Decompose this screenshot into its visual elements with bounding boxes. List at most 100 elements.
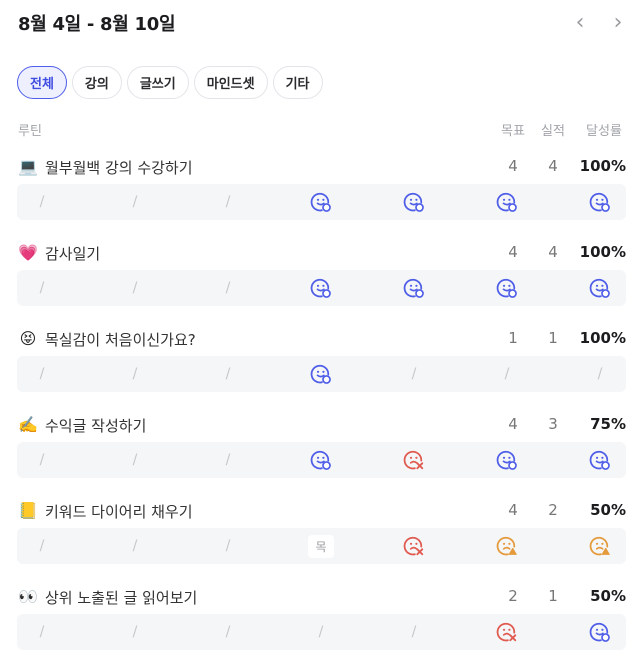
filter-chip[interactable]: 글쓰기: [126, 66, 189, 99]
day-cell-empty[interactable]: /: [203, 184, 253, 220]
routine-header: ✍️ 수익글 작성하기 4 3 75%: [18, 414, 626, 436]
day-cell-empty[interactable]: /: [203, 270, 253, 306]
filter-chip[interactable]: 기타: [272, 66, 323, 99]
day-cell-empty[interactable]: /: [296, 614, 346, 650]
day-cell-done[interactable]: [296, 442, 346, 478]
slash-icon: /: [132, 624, 138, 640]
day-cell-empty[interactable]: /: [203, 528, 253, 564]
day-cell-empty[interactable]: /: [17, 356, 67, 392]
face-fail-icon: [403, 535, 425, 557]
face-done-icon: [403, 191, 425, 213]
face-done-icon: [496, 191, 518, 213]
slash-icon: /: [39, 538, 45, 554]
day-cell-done[interactable]: [482, 442, 532, 478]
routine-name[interactable]: 월부월백 강의 수강하기: [45, 157, 193, 178]
day-cell-done[interactable]: [389, 184, 439, 220]
day-cell-done[interactable]: [575, 442, 625, 478]
day-cell-empty[interactable]: /: [17, 528, 67, 564]
day-cell-empty[interactable]: /: [203, 442, 253, 478]
face-done-icon: [310, 449, 332, 471]
day-cell-today[interactable]: 목: [296, 528, 346, 564]
routine-week-track: / / /: [17, 270, 626, 306]
day-cell-empty[interactable]: /: [17, 614, 67, 650]
routine-goal: 4: [508, 415, 518, 433]
today-day-label: 목: [308, 534, 334, 558]
day-cell-empty[interactable]: /: [110, 356, 160, 392]
routine-emoji-icon: 💗: [18, 243, 38, 262]
filter-chip[interactable]: 전체: [17, 66, 67, 99]
face-warning-icon: [589, 535, 611, 557]
slash-icon: /: [597, 366, 603, 382]
routine-name[interactable]: 수익글 작성하기: [45, 415, 146, 436]
day-cell-empty[interactable]: /: [110, 270, 160, 306]
routine-week-track: / / / 목: [17, 528, 626, 564]
routine-name[interactable]: 감사일기: [45, 243, 100, 264]
slash-icon: /: [504, 366, 510, 382]
routine-header: 💻 월부월백 강의 수강하기 4 4 100%: [18, 156, 626, 178]
routine-rate: 100%: [579, 329, 626, 347]
routine-actual: 1: [548, 329, 558, 347]
face-done-icon: [310, 277, 332, 299]
routine-actual: 4: [548, 157, 558, 175]
face-done-icon: [403, 277, 425, 299]
day-cell-empty[interactable]: /: [110, 528, 160, 564]
slash-icon: /: [39, 194, 45, 210]
routine-actual: 3: [548, 415, 558, 433]
filter-chip[interactable]: 강의: [71, 66, 122, 99]
day-cell-empty[interactable]: /: [389, 356, 439, 392]
day-cell-empty[interactable]: /: [17, 270, 67, 306]
day-cell-done[interactable]: [482, 270, 532, 306]
routine-header: 😝 목실감이 처음이신가요? 1 1 100%: [18, 328, 626, 350]
day-cell-done[interactable]: [296, 184, 346, 220]
day-cell-done[interactable]: [296, 356, 346, 392]
routine-week-track: / / / / /: [17, 614, 626, 650]
day-cell-empty[interactable]: /: [389, 614, 439, 650]
day-cell-empty[interactable]: /: [17, 184, 67, 220]
routine-header: 📒 키워드 다이어리 채우기 4 2 50%: [18, 500, 626, 522]
routine-emoji-icon: 💻: [18, 157, 38, 176]
day-cell-empty[interactable]: /: [482, 356, 532, 392]
day-cell-fail[interactable]: [482, 614, 532, 650]
day-cell-empty[interactable]: /: [17, 442, 67, 478]
day-cell-done[interactable]: [389, 270, 439, 306]
day-cell-empty[interactable]: /: [575, 356, 625, 392]
slash-icon: /: [132, 194, 138, 210]
slash-icon: /: [225, 280, 231, 296]
face-done-icon: [496, 449, 518, 471]
column-header: 루틴 목표 실적 달성률: [18, 120, 626, 139]
day-cell-done[interactable]: [482, 184, 532, 220]
face-done-icon: [310, 191, 332, 213]
face-fail-icon: [496, 621, 518, 643]
slash-icon: /: [411, 624, 417, 640]
routine-actual: 2: [548, 501, 558, 519]
day-cell-empty[interactable]: /: [110, 442, 160, 478]
day-cell-done[interactable]: [575, 270, 625, 306]
slash-icon: /: [39, 624, 45, 640]
day-cell-done[interactable]: [575, 614, 625, 650]
week-nav: ‹ ›: [572, 12, 626, 34]
routine-name[interactable]: 키워드 다이어리 채우기: [45, 501, 193, 522]
day-cell-done[interactable]: [296, 270, 346, 306]
routine-rate: 100%: [579, 243, 626, 261]
face-done-icon: [589, 277, 611, 299]
filter-chip[interactable]: 마인드셋: [193, 66, 268, 99]
next-week-chevron-right-icon[interactable]: ›: [610, 12, 626, 34]
day-cell-warn[interactable]: [482, 528, 532, 564]
day-cell-empty[interactable]: /: [110, 184, 160, 220]
day-cell-fail[interactable]: [389, 528, 439, 564]
day-cell-warn[interactable]: [575, 528, 625, 564]
routine-name[interactable]: 목실감이 처음이신가요?: [45, 329, 196, 350]
day-cell-empty[interactable]: /: [110, 614, 160, 650]
face-done-icon: [589, 449, 611, 471]
routine-name[interactable]: 상위 노출된 글 읽어보기: [45, 587, 197, 608]
column-routine-label: 루틴: [18, 124, 42, 139]
routine-goal: 2: [508, 587, 518, 605]
day-cell-empty[interactable]: /: [203, 356, 253, 392]
day-cell-done[interactable]: [575, 184, 625, 220]
slash-icon: /: [132, 366, 138, 382]
day-cell-fail[interactable]: [389, 442, 439, 478]
routine-emoji-icon: 👀: [18, 587, 38, 606]
face-warning-icon: [496, 535, 518, 557]
day-cell-empty[interactable]: /: [203, 614, 253, 650]
prev-week-chevron-left-icon[interactable]: ‹: [572, 12, 588, 34]
